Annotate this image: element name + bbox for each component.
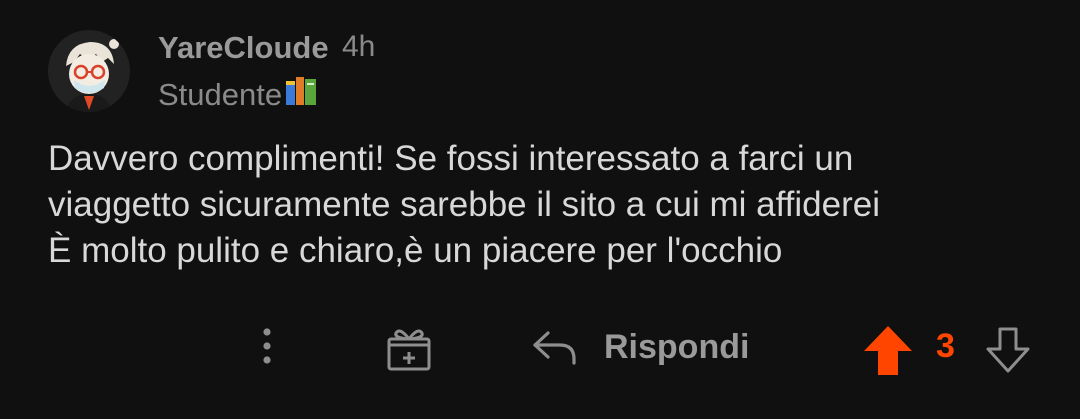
upvote-arrow-icon	[864, 326, 912, 375]
comment-line: È molto pulito e chiaro,è un piacere per…	[48, 231, 783, 270]
comment-body: Davvero complimenti! Se fossi interessat…	[48, 136, 1058, 274]
comment-line: Davvero complimenti! Se fossi interessat…	[48, 139, 854, 178]
flair-label: Studente	[158, 77, 283, 112]
give-award-button[interactable]	[384, 323, 434, 373]
avatar[interactable]	[48, 30, 130, 112]
reply-arrow-icon	[533, 331, 576, 365]
reply-label: Rispondi	[604, 327, 750, 366]
downvote-button[interactable]	[984, 325, 1032, 375]
user-flair: Studente	[158, 75, 318, 115]
more-vertical-icon	[263, 328, 271, 364]
vote-count: 3	[936, 327, 955, 365]
gift-icon	[387, 329, 431, 371]
more-options-button[interactable]	[250, 323, 284, 369]
downvote-arrow-icon	[986, 327, 1030, 373]
comment: YareCloude 4h Studente Davvero complimen…	[0, 0, 1080, 419]
books-icon	[284, 75, 318, 115]
comment-line: viaggetto sicuramente sarebbe il sito a …	[48, 185, 881, 224]
comment-action-bar: Rispondi 3	[0, 315, 1080, 379]
author-username[interactable]: YareCloude	[158, 30, 329, 66]
upvote-button[interactable]	[862, 323, 914, 377]
comment-timestamp: 4h	[342, 30, 376, 63]
reply-button[interactable]: Rispondi	[530, 321, 749, 373]
